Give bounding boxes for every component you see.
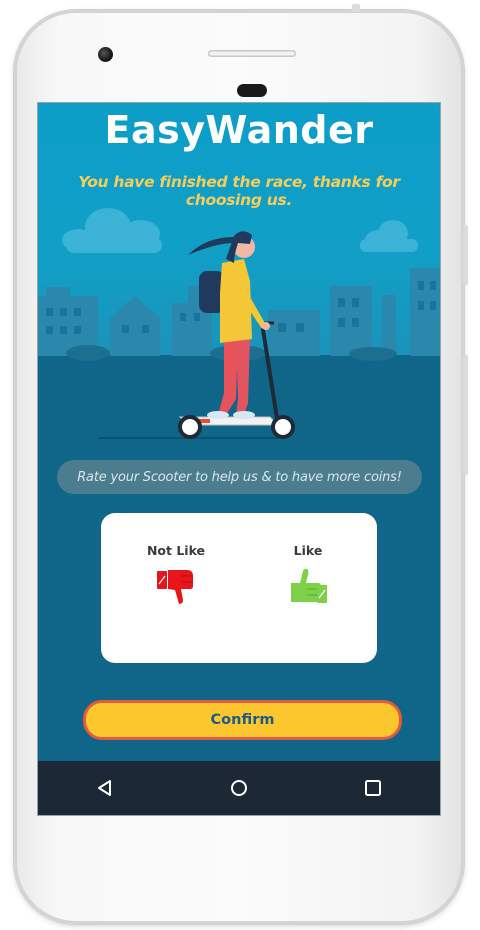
back-triangle-icon: [98, 780, 111, 796]
finish-message: You have finished the race, thanks for c…: [78, 173, 400, 209]
app-screen: EasyWander You have finished the race, t…: [38, 103, 440, 815]
phone-volume-button: [463, 355, 468, 475]
phone-side-button: [463, 225, 468, 285]
proximity-sensor: [237, 84, 267, 97]
confirm-button[interactable]: Confirm: [83, 700, 402, 740]
scooter-illustration: [38, 208, 440, 439]
nav-recents-button[interactable]: [343, 768, 403, 808]
like-label: Like: [293, 543, 323, 558]
phone-top-button: [352, 4, 360, 12]
app-title: EasyWander: [104, 108, 374, 152]
android-navigation-bar: [38, 761, 440, 815]
rating-prompt: Rate your Scooter to help us & to have m…: [57, 460, 422, 494]
nav-back-button[interactable]: [75, 768, 135, 808]
front-camera-icon: [98, 47, 113, 62]
rating-card: Not Like Like: [101, 513, 377, 663]
thumbs-up-icon[interactable]: [285, 566, 331, 606]
not-like-option[interactable]: Not Like: [121, 543, 231, 606]
nav-home-button[interactable]: [209, 768, 269, 808]
earpiece-speaker: [208, 50, 296, 57]
home-circle-icon: [231, 780, 247, 796]
not-like-label: Not Like: [146, 543, 206, 558]
thumbs-down-icon[interactable]: [153, 566, 199, 606]
like-option[interactable]: Like: [253, 543, 363, 606]
recents-square-icon: [365, 780, 381, 796]
